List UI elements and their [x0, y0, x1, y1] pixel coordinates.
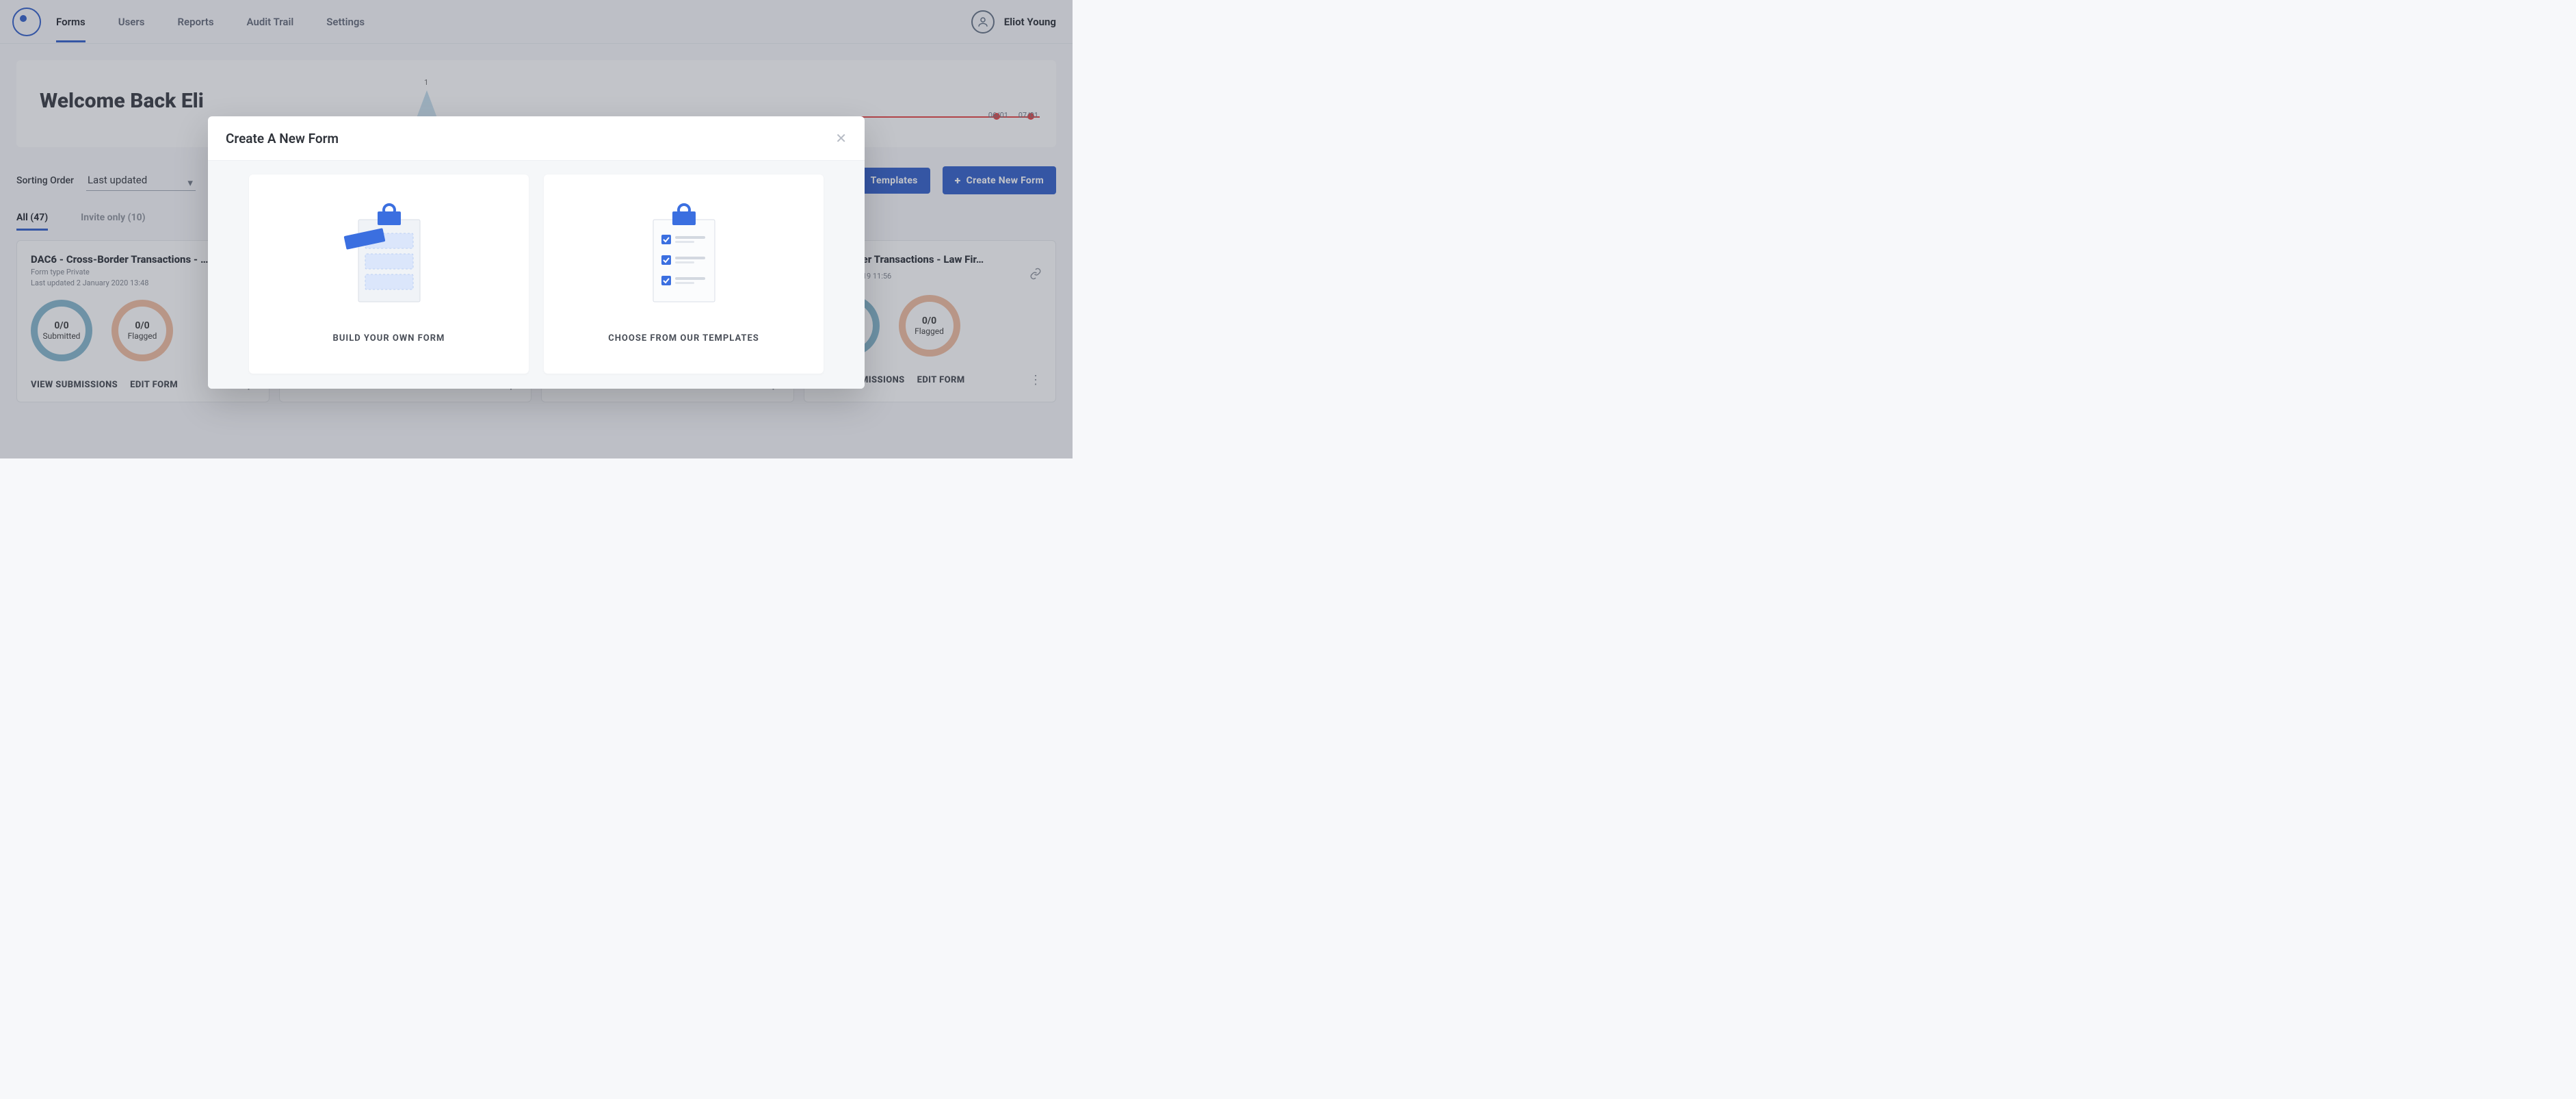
option-label: CHOOSE FROM OUR TEMPLATES — [608, 333, 759, 344]
close-icon[interactable]: ✕ — [835, 130, 847, 146]
create-form-modal: Create A New Form ✕ BUILD YOUR OWN FORM — [208, 116, 865, 389]
modal-backdrop[interactable]: Create A New Form ✕ BUILD YOUR OWN FORM — [0, 0, 1073, 458]
clipboard-build-icon — [338, 199, 441, 315]
clipboard-template-icon — [633, 199, 735, 315]
build-own-form-option[interactable]: BUILD YOUR OWN FORM — [249, 174, 529, 374]
choose-template-option[interactable]: CHOOSE FROM OUR TEMPLATES — [544, 174, 824, 374]
option-label: BUILD YOUR OWN FORM — [333, 333, 445, 344]
modal-title: Create A New Form — [226, 131, 339, 146]
